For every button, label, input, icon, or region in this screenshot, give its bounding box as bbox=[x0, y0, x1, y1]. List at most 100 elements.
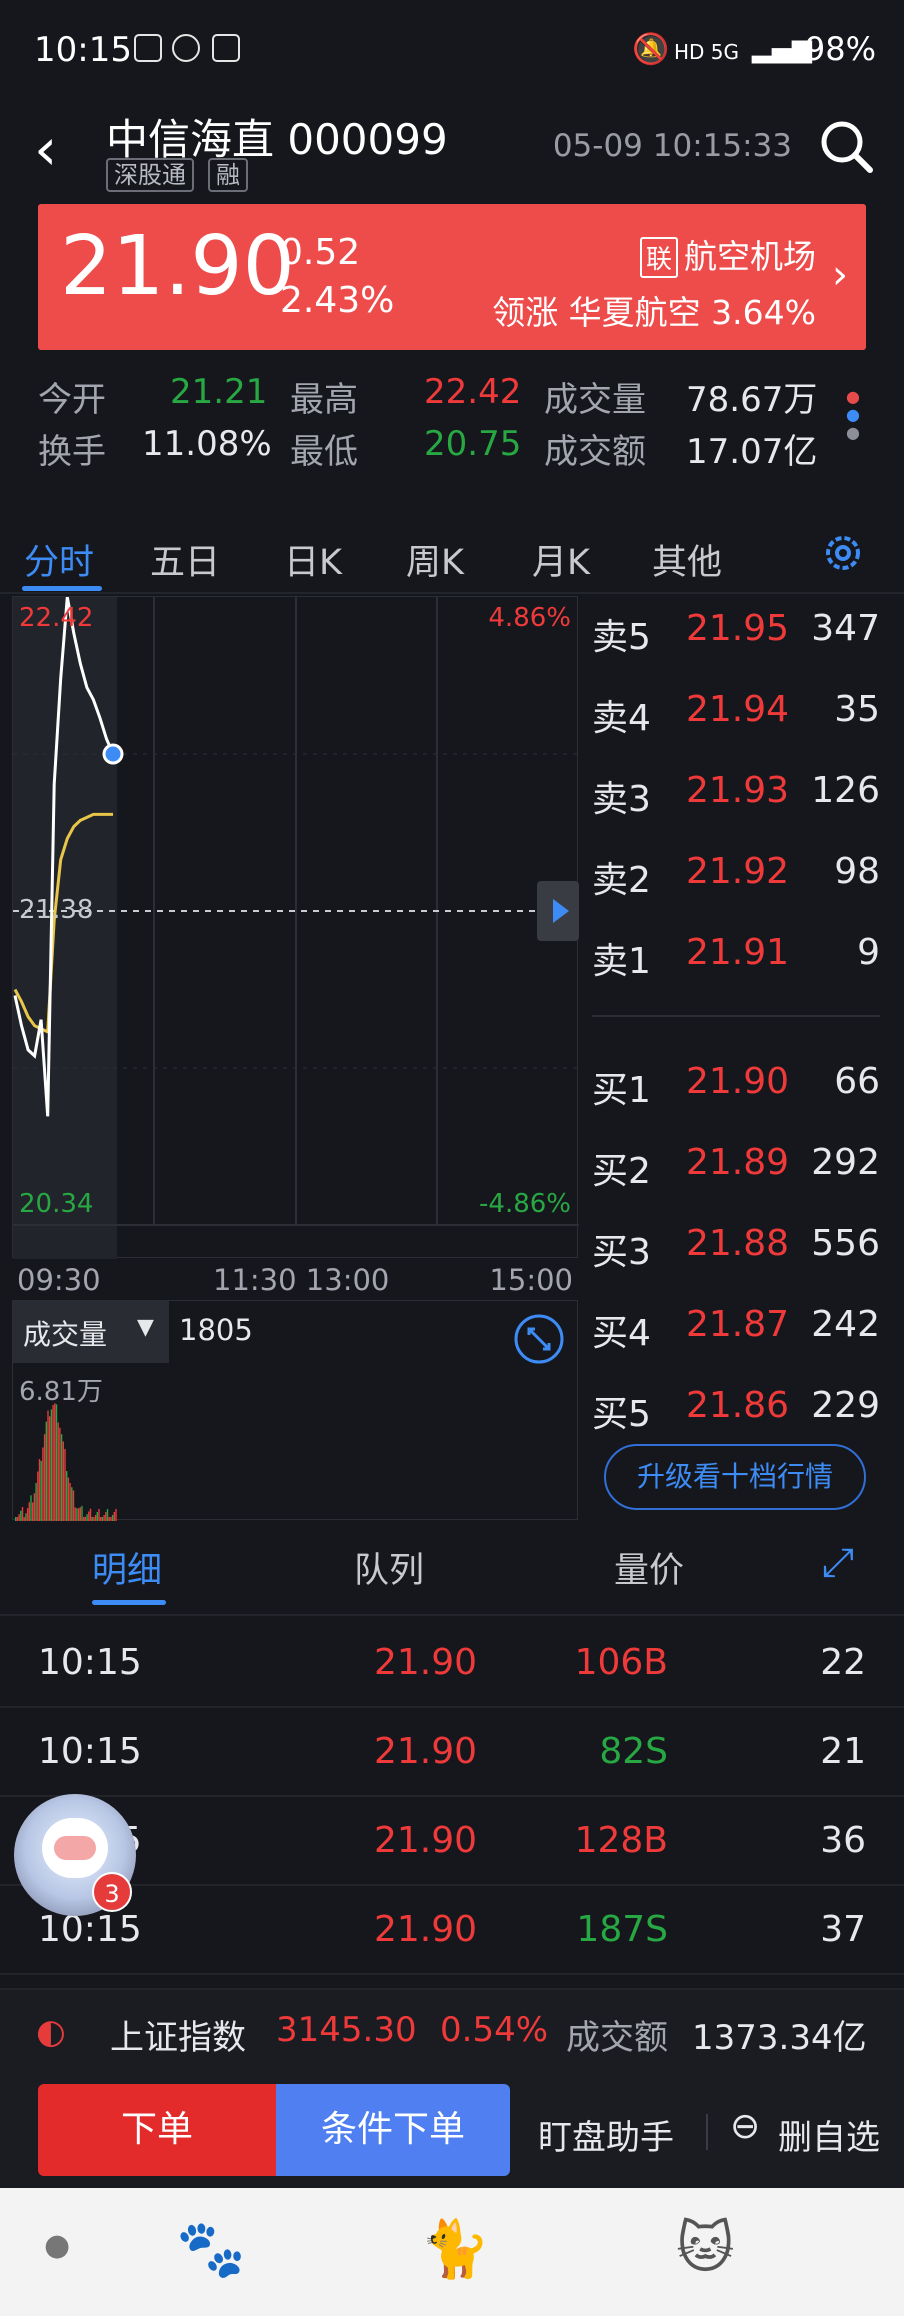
volume-bar bbox=[16, 1517, 19, 1521]
tab-5day[interactable]: 五日 bbox=[150, 534, 220, 585]
tab-details[interactable]: 明细 bbox=[92, 1542, 162, 1593]
back-icon[interactable]: ‹ bbox=[34, 120, 57, 178]
tab-daily-k[interactable]: 日K bbox=[284, 534, 342, 585]
level-volume: 9 bbox=[857, 932, 880, 973]
ask-row[interactable]: 卖4 21.94 35 bbox=[592, 673, 892, 753]
assistant-avatar[interactable]: 3 bbox=[14, 1794, 136, 1916]
bid-row[interactable]: 买2 21.89 292 bbox=[592, 1126, 892, 1206]
tick-qty: 128B bbox=[574, 1820, 668, 1861]
volume-bar bbox=[69, 1482, 71, 1521]
action-bar: 下单 条件下单 盯盘助手 ⊖ 删自选 bbox=[0, 2074, 904, 2188]
volume-current: 1805 bbox=[179, 1313, 253, 1347]
order-book-divider bbox=[592, 1015, 880, 1017]
volume-bar bbox=[74, 1507, 76, 1521]
level-price: 21.87 bbox=[686, 1304, 790, 1345]
ask-row[interactable]: 卖5 21.95 347 bbox=[592, 592, 892, 672]
volume-bar bbox=[18, 1514, 20, 1521]
index-pct: 0.54% bbox=[440, 2010, 549, 2050]
level-price: 21.89 bbox=[686, 1142, 790, 1183]
paw-icon[interactable]: 🐾 bbox=[176, 2216, 246, 2282]
volume-bar bbox=[77, 1508, 80, 1521]
order-button[interactable]: 下单 bbox=[38, 2084, 276, 2176]
sector-link[interactable]: 联航空机场 bbox=[639, 230, 816, 278]
expand-icon[interactable]: ⤢ bbox=[822, 1540, 854, 1586]
ask-row[interactable]: 卖1 21.91 9 bbox=[592, 916, 892, 996]
bid-row[interactable]: 买3 21.88 556 bbox=[592, 1207, 892, 1287]
volume-label: 成交量 bbox=[544, 380, 646, 420]
volume-panel: 成交量 ▼ 1805 6.81万 bbox=[12, 1300, 578, 1521]
tick-price: 21.90 bbox=[374, 1642, 478, 1683]
cat-bed-icon[interactable]: 🐈 bbox=[420, 2216, 490, 2282]
volume-bar bbox=[67, 1477, 70, 1521]
y-axis-mid: 21.38 bbox=[19, 895, 94, 925]
ask-row[interactable]: 卖2 21.92 98 bbox=[592, 835, 892, 915]
tick-row: 10:15 21.90 106B 22 bbox=[0, 1620, 904, 1708]
volume-bar bbox=[94, 1514, 97, 1521]
tab-intraday[interactable]: 分时 bbox=[24, 534, 94, 585]
status-time: 10:15 bbox=[34, 30, 132, 70]
volume-bar bbox=[96, 1511, 98, 1521]
level-volume: 292 bbox=[811, 1142, 880, 1183]
tick-price: 21.90 bbox=[374, 1820, 478, 1861]
volume-bar bbox=[33, 1493, 36, 1521]
notification-badge: 3 bbox=[92, 1872, 132, 1912]
upgrade-level10-button[interactable]: 升级看十档行情 bbox=[604, 1444, 866, 1510]
stock-header: ‹ 中信海直 000099 深股通 融 05-09 10:15:33 bbox=[0, 106, 904, 204]
tab-volume-price[interactable]: 量价 bbox=[614, 1542, 684, 1593]
cat-icon[interactable]: 🐱 bbox=[676, 2216, 734, 2281]
volume-bar bbox=[62, 1441, 64, 1521]
fullscreen-icon[interactable] bbox=[513, 1313, 565, 1365]
bid-row[interactable]: 买1 21.90 66 bbox=[592, 1045, 892, 1125]
nav-dot-icon[interactable]: ● bbox=[44, 2228, 70, 2263]
high-value: 22.42 bbox=[424, 372, 522, 412]
volume-selector[interactable]: 成交量 ▼ bbox=[13, 1301, 169, 1363]
volume-bar bbox=[105, 1511, 107, 1521]
tick-time: 10:15 bbox=[38, 1909, 142, 1950]
low-label: 最低 bbox=[290, 432, 358, 472]
y-axis-top: 22.42 bbox=[19, 603, 94, 633]
x-axis-label-open: 09:30 bbox=[17, 1263, 101, 1297]
remove-watchlist-icon[interactable]: ⊖ bbox=[730, 2106, 760, 2147]
tag-margin: 融 bbox=[208, 158, 248, 192]
tick-count: 37 bbox=[820, 1909, 866, 1950]
volume-bar bbox=[72, 1490, 75, 1521]
level-volume: 556 bbox=[811, 1223, 880, 1264]
index-bar[interactable]: ◐ 上证指数 3145.30 0.54% 成交额 1373.34亿 bbox=[0, 1988, 904, 2074]
ask-row[interactable]: 卖3 21.93 126 bbox=[592, 754, 892, 834]
settings-icon[interactable] bbox=[820, 530, 866, 576]
tab-other[interactable]: 其他 bbox=[652, 534, 722, 585]
tick-price: 21.90 bbox=[374, 1731, 478, 1772]
volume-bar bbox=[103, 1514, 105, 1521]
tick-time: 10:15 bbox=[38, 1731, 142, 1772]
watch-assistant-button[interactable]: 盯盘助手 bbox=[538, 2110, 674, 2159]
bid-row[interactable]: 买4 21.87 242 bbox=[592, 1288, 892, 1368]
level-price: 21.86 bbox=[686, 1385, 790, 1426]
level-volume: 126 bbox=[811, 770, 880, 811]
intraday-chart[interactable]: 22.42 21.38 20.34 4.86% -4.86% 09:30 11:… bbox=[12, 596, 579, 1297]
volume-bar bbox=[26, 1508, 29, 1521]
bid-row[interactable]: 买5 21.86 229 bbox=[592, 1369, 892, 1449]
level-volume: 66 bbox=[834, 1061, 880, 1102]
tick-count: 36 bbox=[820, 1820, 866, 1861]
level-label: 买4 bbox=[592, 1313, 651, 1354]
chart-tabs: 分时 五日 日K 周K 月K 其他 bbox=[0, 514, 904, 594]
search-icon[interactable] bbox=[816, 116, 876, 176]
level-volume: 242 bbox=[811, 1304, 880, 1345]
tab-queue[interactable]: 队列 bbox=[354, 1542, 424, 1593]
volume-bar bbox=[86, 1514, 88, 1521]
level-label: 卖4 bbox=[592, 698, 651, 739]
tab-weekly-k[interactable]: 周K bbox=[406, 534, 464, 585]
volume-bar bbox=[108, 1517, 110, 1521]
caret-down-icon: ▼ bbox=[137, 1315, 154, 1340]
tab-monthly-k[interactable]: 月K bbox=[532, 534, 590, 585]
volume-bars bbox=[15, 1403, 117, 1521]
volume-bar bbox=[38, 1459, 41, 1521]
quote-stats: 今开 21.21 最高 22.42 成交量 78.67万 换手 11.08% 最… bbox=[38, 372, 860, 472]
price-banner[interactable]: 21.90 0.52 2.43% 联航空机场 领涨 华夏航空 3.64% › bbox=[38, 204, 866, 350]
tab-underline bbox=[22, 586, 102, 591]
volume-bar bbox=[28, 1502, 30, 1521]
volume-bar bbox=[35, 1482, 37, 1521]
level-label: 卖5 bbox=[592, 617, 651, 658]
conditional-order-button[interactable]: 条件下单 bbox=[276, 2084, 510, 2176]
remove-watchlist-button[interactable]: 删自选 bbox=[778, 2110, 880, 2159]
